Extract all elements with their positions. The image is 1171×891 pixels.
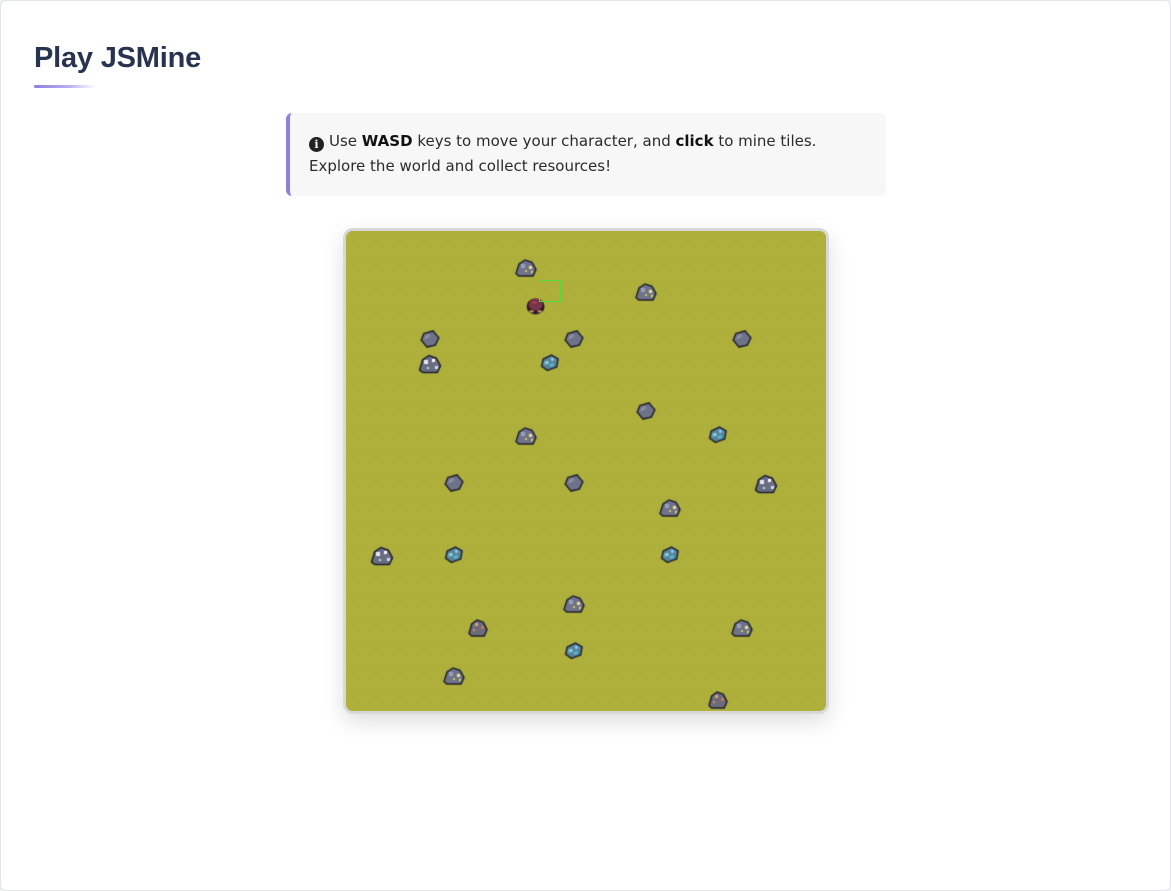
instructions-middle: keys to move your character, and — [412, 132, 676, 150]
title-underline — [34, 85, 96, 88]
info-circle-icon: i — [309, 137, 324, 152]
page-card: Play JSMine i Use WASD keys to move your … — [0, 0, 1171, 891]
game-container[interactable] — [343, 228, 829, 714]
instructions-keys: WASD — [361, 132, 413, 150]
tile-selection-cursor — [539, 280, 561, 302]
instructions-box: i Use WASD keys to move your character, a… — [286, 113, 886, 196]
instructions-prefix: Use — [329, 132, 362, 150]
instructions-action: click — [675, 132, 714, 150]
page-title: Play JSMine — [34, 42, 202, 74]
game-canvas[interactable] — [346, 231, 826, 711]
